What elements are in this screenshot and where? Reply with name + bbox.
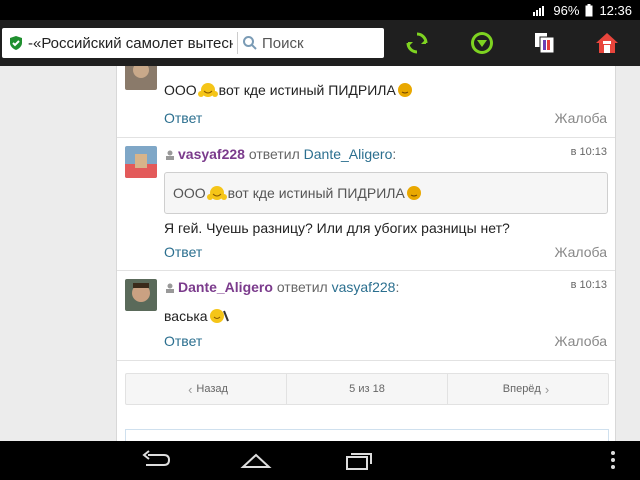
smiley-writing-icon [209, 309, 229, 323]
laughing-smiley-icon [197, 83, 218, 97]
search-input[interactable]: Поиск [262, 35, 304, 52]
user-icon [166, 150, 174, 161]
complain-link[interactable]: Жалоба [555, 333, 607, 349]
status-bar: 96% 12:36 [0, 0, 640, 20]
battery-level: 96% [553, 2, 580, 18]
user-icon [166, 283, 174, 294]
laughing-smiley-icon [206, 186, 227, 200]
clock: 12:36 [599, 2, 632, 18]
reply-link[interactable]: Ответ [164, 333, 202, 349]
reply-link[interactable]: Ответ [164, 244, 202, 260]
address-divider [237, 32, 238, 54]
comment-2-message: Я гей. Чуешь разницу? Или для убогих раз… [164, 220, 510, 236]
comment-2: vasyaf228 ответил Dante_Aligero: в 10:13… [117, 138, 615, 271]
reply-to-user[interactable]: Dante_Aligero [304, 146, 393, 162]
menu-dots-icon[interactable] [605, 449, 621, 471]
address-bar[interactable]: -«Российский самолет вытесни Поиск [2, 28, 384, 58]
home-button-icon[interactable] [240, 449, 272, 471]
search-icon [243, 36, 257, 50]
comment-time: в 10:13 [570, 279, 607, 291]
complain-link[interactable]: Жалоба [555, 244, 607, 260]
pagination: ‹ Назад 5 из 18 Вперёд › [125, 373, 609, 405]
comment-3-message: васька [164, 307, 230, 325]
signal-icon [533, 6, 545, 16]
comment-1: ООО вот кде истиный ПИДРИЛА Ответ Жалоба [117, 66, 615, 138]
reply-to-user[interactable]: vasyaf228 [332, 279, 396, 295]
browser-toolbar: -«Российский самолет вытесни Поиск [0, 20, 640, 66]
back-icon[interactable] [140, 449, 172, 471]
page-indicator: 5 из 18 [287, 374, 448, 404]
avatar[interactable] [125, 279, 157, 311]
refresh-icon[interactable] [404, 30, 430, 56]
complain-link[interactable]: Жалоба [555, 110, 607, 126]
chevron-right-icon: › [544, 381, 550, 397]
comment-author[interactable]: Dante_Aligero [178, 279, 273, 295]
download-icon[interactable] [469, 30, 495, 56]
secure-shield-icon [10, 36, 22, 50]
avatar[interactable] [125, 146, 157, 178]
reply-link[interactable]: Ответ [164, 110, 202, 126]
prev-page-button[interactable]: ‹ Назад [126, 374, 287, 404]
navigation-bar [0, 441, 640, 480]
avatar[interactable] [125, 66, 157, 90]
tabs-icon[interactable] [532, 30, 558, 56]
comment-time: в 10:13 [570, 146, 607, 158]
chevron-left-icon: ‹ [188, 381, 193, 397]
home-icon[interactable] [594, 30, 620, 56]
comment-3: Dante_Aligero ответил vasyaf228: в 10:13… [117, 271, 615, 361]
comment-form-edge [125, 429, 609, 441]
winking-smiley-icon [397, 83, 412, 97]
battery-icon [585, 3, 593, 16]
comment-3-meta: Dante_Aligero ответил vasyaf228: [165, 279, 399, 295]
comment-author[interactable]: vasyaf228 [178, 146, 245, 162]
comment-1-message: ООО вот кде истиный ПИДРИЛА [164, 81, 414, 99]
quote-block: ООО вот кде истиный ПИДРИЛА [164, 172, 608, 214]
winking-smiley-icon [406, 186, 421, 200]
next-page-button[interactable]: Вперёд › [448, 374, 608, 404]
comments-card: ООО вот кде истиный ПИДРИЛА Ответ Жалоба… [116, 66, 616, 441]
comment-2-meta: vasyaf228 ответил Dante_Aligero: [165, 146, 396, 162]
url-text[interactable]: -«Российский самолет вытесни [28, 35, 233, 52]
recents-icon[interactable] [342, 449, 374, 471]
